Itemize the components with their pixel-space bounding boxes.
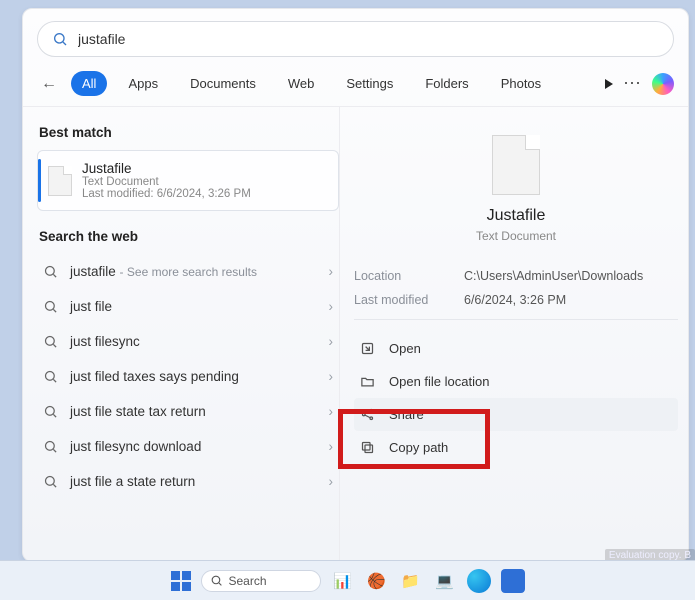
modified-label: Last modified: [354, 293, 444, 307]
web-suggestion[interactable]: just file a state return›: [37, 464, 339, 499]
modified-value: 6/6/2024, 3:26 PM: [464, 293, 566, 307]
chevron-right-icon: ›: [329, 369, 334, 384]
search-bar[interactable]: [37, 21, 674, 57]
filter-row: ← All Apps Documents Web Settings Folder…: [23, 65, 688, 107]
taskbar-app-icon[interactable]: 💻: [433, 569, 457, 593]
web-suggestion[interactable]: just filesync›: [37, 324, 339, 359]
search-icon: [43, 474, 58, 489]
document-icon: [48, 166, 72, 196]
chevron-right-icon: ›: [329, 264, 334, 279]
taskbar-search[interactable]: Search: [201, 570, 321, 592]
taskbar-app-icon[interactable]: 📁: [399, 569, 423, 593]
web-suggestion[interactable]: just filesync download›: [37, 429, 339, 464]
search-icon: [43, 369, 58, 384]
search-icon: [43, 439, 58, 454]
best-match-heading: Best match: [39, 125, 337, 140]
location-value: C:\Users\AdminUser\Downloads: [464, 269, 643, 283]
filter-folders[interactable]: Folders: [414, 71, 479, 96]
search-icon: [43, 264, 58, 279]
filter-all[interactable]: All: [71, 71, 107, 96]
taskbar: Search 📊 🏀 📁 💻: [0, 560, 695, 600]
web-suggestion[interactable]: just file›: [37, 289, 339, 324]
filter-apps[interactable]: Apps: [117, 71, 169, 96]
taskbar-store-icon[interactable]: [501, 569, 525, 593]
share-icon: [360, 407, 375, 422]
search-icon: [210, 574, 223, 587]
preview-pane: Justafile Text Document Location C:\Users…: [339, 107, 688, 561]
best-match-kind: Text Document: [82, 176, 251, 188]
web-suggestion[interactable]: just file state tax return›: [37, 394, 339, 429]
copy-path-action[interactable]: Copy path: [354, 431, 678, 464]
taskbar-app-icon[interactable]: 📊: [331, 569, 355, 593]
chevron-right-icon: ›: [329, 474, 334, 489]
preview-title: Justafile: [354, 207, 678, 225]
search-icon: [43, 299, 58, 314]
open-location-action[interactable]: Open file location: [354, 365, 678, 398]
search-icon: [52, 31, 68, 47]
filter-web[interactable]: Web: [277, 71, 326, 96]
share-action[interactable]: Share: [354, 398, 678, 431]
filter-settings[interactable]: Settings: [335, 71, 404, 96]
chevron-right-icon: ›: [329, 404, 334, 419]
best-match-name: Justafile: [82, 161, 251, 176]
back-arrow-icon[interactable]: ←: [37, 75, 61, 93]
search-input[interactable]: [78, 31, 659, 47]
chevron-right-icon: ›: [329, 299, 334, 314]
more-icon[interactable]: ⋯: [623, 73, 642, 94]
location-label: Location: [354, 269, 444, 283]
filter-photos[interactable]: Photos: [490, 71, 552, 96]
search-icon: [43, 334, 58, 349]
best-match-result[interactable]: Justafile Text Document Last modified: 6…: [37, 150, 339, 211]
copilot-icon[interactable]: [652, 73, 674, 95]
search-panel: ← All Apps Documents Web Settings Folder…: [22, 8, 689, 562]
document-icon: [492, 135, 540, 195]
chevron-right-icon: ›: [329, 439, 334, 454]
play-icon[interactable]: [605, 79, 613, 89]
taskbar-app-icon[interactable]: 🏀: [365, 569, 389, 593]
open-action[interactable]: Open: [354, 332, 678, 365]
best-match-modified: Last modified: 6/6/2024, 3:26 PM: [82, 188, 251, 200]
search-icon: [43, 404, 58, 419]
chevron-right-icon: ›: [329, 334, 334, 349]
web-suggestion[interactable]: justafile - See more search results ›: [37, 254, 339, 289]
results-list: Best match Justafile Text Document Last …: [23, 107, 339, 561]
folder-icon: [360, 374, 375, 389]
search-web-heading: Search the web: [39, 229, 337, 244]
preview-kind: Text Document: [354, 229, 678, 243]
web-suggestion[interactable]: just filed taxes says pending›: [37, 359, 339, 394]
start-button[interactable]: [171, 571, 191, 591]
taskbar-edge-icon[interactable]: [467, 569, 491, 593]
filter-documents[interactable]: Documents: [179, 71, 267, 96]
open-icon: [360, 341, 375, 356]
copy-icon: [360, 440, 375, 455]
